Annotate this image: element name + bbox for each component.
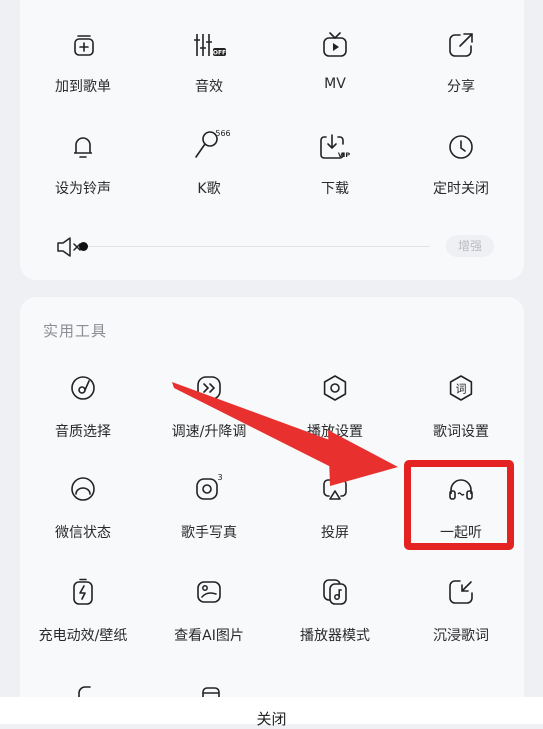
close-button[interactable]: 关闭 [0, 708, 543, 729]
annotation-arrow [172, 382, 398, 486]
